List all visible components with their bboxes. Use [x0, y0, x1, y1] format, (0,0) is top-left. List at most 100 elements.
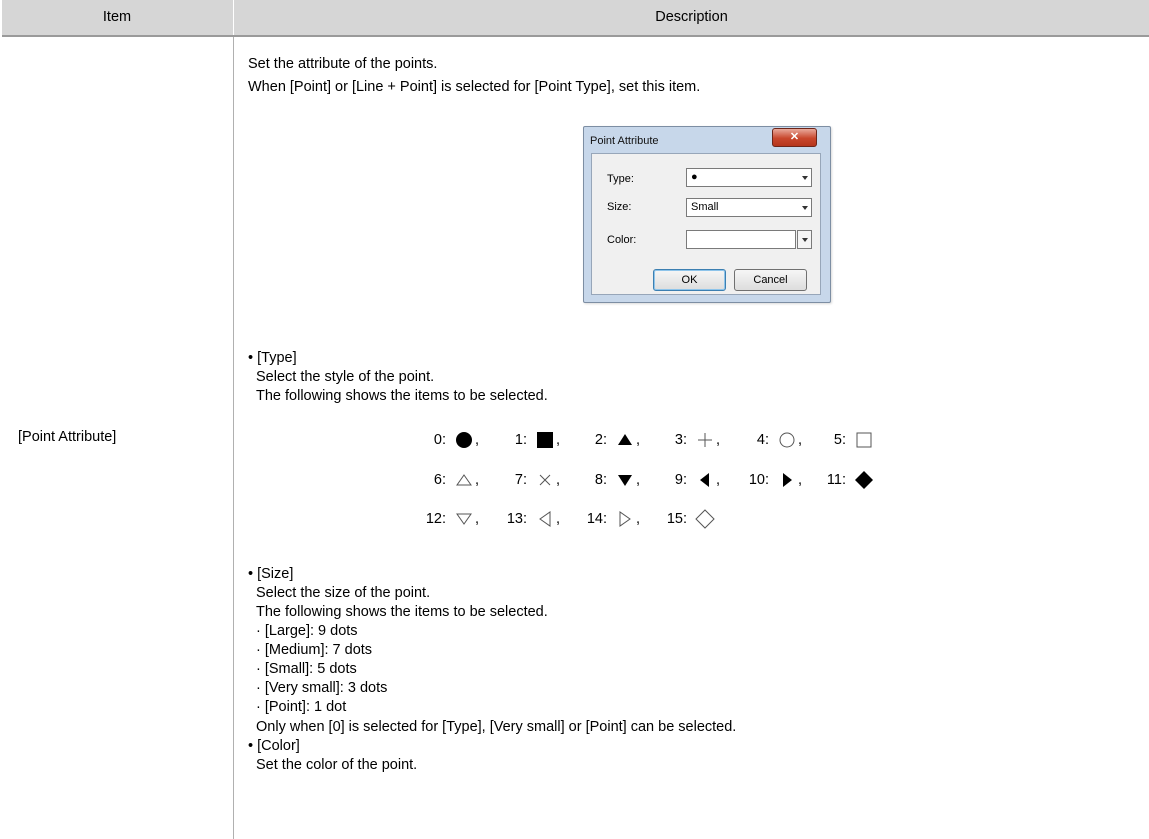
point-type-item: 11: — [818, 467, 875, 493]
table-header: Item Description — [2, 0, 1149, 37]
size-line-2: The following shows the items to be sele… — [256, 604, 548, 620]
point-type-number: 0: — [433, 432, 446, 448]
point-type-number: 7: — [514, 472, 527, 488]
chevron-down-icon — [802, 238, 808, 242]
point-type-item: 7:, — [499, 467, 560, 493]
size-item: · [Small]: 5 dots — [256, 661, 357, 677]
cancel-button[interactable]: Cancel — [734, 269, 807, 291]
size-item: · [Medium]: 7 dots — [256, 642, 373, 658]
point-type-separator: , — [798, 432, 803, 448]
hollow-triangle-left-icon — [539, 511, 551, 528]
point-type-item: 0:, — [418, 427, 479, 453]
filled-triangle-down-icon — [618, 475, 632, 487]
type-line-2: The following shows the items to be sele… — [256, 388, 548, 404]
hollow-diamond-icon — [695, 509, 715, 529]
point-type-number: 6: — [433, 472, 446, 488]
size-select-value: Small — [691, 201, 719, 213]
filled-triangle-right-icon — [783, 473, 792, 488]
filled-square-icon — [537, 432, 553, 449]
close-icon[interactable]: ✕ — [772, 128, 817, 147]
point-type-number: 3: — [674, 432, 687, 448]
filled-circle-icon — [456, 432, 472, 449]
hollow-triangle-up-icon — [456, 474, 472, 486]
filled-diamond-icon — [855, 471, 873, 490]
filled-triangle-left-icon — [700, 473, 709, 488]
hollow-triangle-right-icon — [619, 511, 631, 528]
point-type-separator: , — [716, 472, 721, 488]
type-line-1: Select the style of the point. — [256, 369, 435, 385]
point-type-number: 4: — [756, 432, 769, 448]
ok-button[interactable]: OK — [653, 269, 726, 291]
dialog-body: Type: ● Size: Small Color: OK Cancel — [591, 153, 821, 295]
chevron-down-icon — [802, 206, 808, 210]
point-type-number: 8: — [594, 472, 607, 488]
point-type-separator: , — [556, 511, 561, 527]
point-type-separator: , — [716, 432, 721, 448]
size-heading: • [Size] — [248, 566, 294, 582]
size-line-1: Select the size of the point. — [256, 585, 431, 601]
point-type-item: 5: — [818, 427, 875, 453]
point-type-item: 10:, — [741, 467, 802, 493]
point-type-item: 6:, — [418, 467, 479, 493]
point-type-item: 8:, — [579, 467, 640, 493]
point-type-number: 14: — [586, 511, 607, 527]
type-select[interactable]: ● — [686, 168, 812, 187]
point-type-item: 13:, — [499, 506, 560, 532]
point-type-item: 9:, — [659, 467, 720, 493]
point-type-number: 2: — [594, 432, 607, 448]
size-note: Only when [0] is selected for [Type], [V… — [256, 719, 737, 735]
point-type-separator: , — [636, 432, 641, 448]
intro-line-2: When [Point] or [Line + Point] is select… — [248, 79, 701, 95]
color-dropdown-button[interactable] — [797, 230, 812, 249]
point-type-separator: , — [556, 432, 561, 448]
color-swatch[interactable] — [686, 230, 796, 249]
dialog-title: Point Attribute — [590, 135, 659, 147]
hollow-square-icon — [856, 432, 872, 448]
size-item: · [Very small]: 3 dots — [256, 680, 388, 696]
point-type-number: 5: — [833, 432, 846, 448]
point-type-item: 2:, — [579, 427, 640, 453]
color-line-1: Set the color of the point. — [256, 757, 418, 773]
point-type-separator: , — [475, 472, 480, 488]
hollow-circle-icon — [779, 432, 795, 448]
point-type-separator: , — [556, 472, 561, 488]
point-type-number: 9: — [674, 472, 687, 488]
point-type-number: 1: — [514, 432, 527, 448]
hollow-triangle-down-icon — [456, 513, 472, 526]
point-type-item: 12:, — [418, 506, 479, 532]
point-type-separator: , — [798, 472, 803, 488]
size-item: · [Large]: 9 dots — [256, 623, 358, 639]
cross-icon — [539, 474, 551, 486]
filled-triangle-up-icon — [618, 434, 632, 446]
point-type-number: 11: — [826, 472, 846, 488]
color-heading: • [Color] — [248, 738, 300, 754]
header-description: Description — [655, 9, 728, 25]
item-label: [Point Attribute] — [18, 429, 117, 445]
size-item: · [Point]: 1 dot — [256, 699, 347, 715]
size-select[interactable]: Small — [686, 198, 812, 217]
plus-icon — [698, 433, 712, 448]
point-type-number: 13: — [506, 511, 527, 527]
chevron-down-icon — [802, 176, 808, 180]
point-type-item: 14:, — [579, 506, 640, 532]
column-divider — [233, 37, 234, 839]
point-type-separator: , — [475, 432, 480, 448]
point-type-number: 10: — [748, 472, 769, 488]
size-label: Size: — [607, 201, 632, 213]
header-item: Item — [102, 9, 132, 25]
point-type-item: 4:, — [741, 427, 802, 453]
color-label: Color: — [607, 234, 637, 246]
point-type-separator: , — [636, 511, 641, 527]
type-select-value: ● — [691, 171, 698, 183]
point-type-separator: , — [475, 511, 480, 527]
intro-line-1: Set the attribute of the points. — [248, 56, 438, 72]
type-label: Type: — [607, 173, 634, 185]
point-type-number: 12: — [425, 511, 446, 527]
point-type-number: 15: — [666, 511, 687, 527]
point-attribute-dialog: Point Attribute ✕ Type: ● Size: Small Co… — [583, 126, 831, 303]
point-type-item: 15: — [659, 506, 716, 532]
point-type-item: 1:, — [499, 427, 560, 453]
point-type-separator: , — [636, 472, 641, 488]
type-heading: • [Type] — [248, 350, 297, 366]
point-type-item: 3:, — [659, 427, 720, 453]
